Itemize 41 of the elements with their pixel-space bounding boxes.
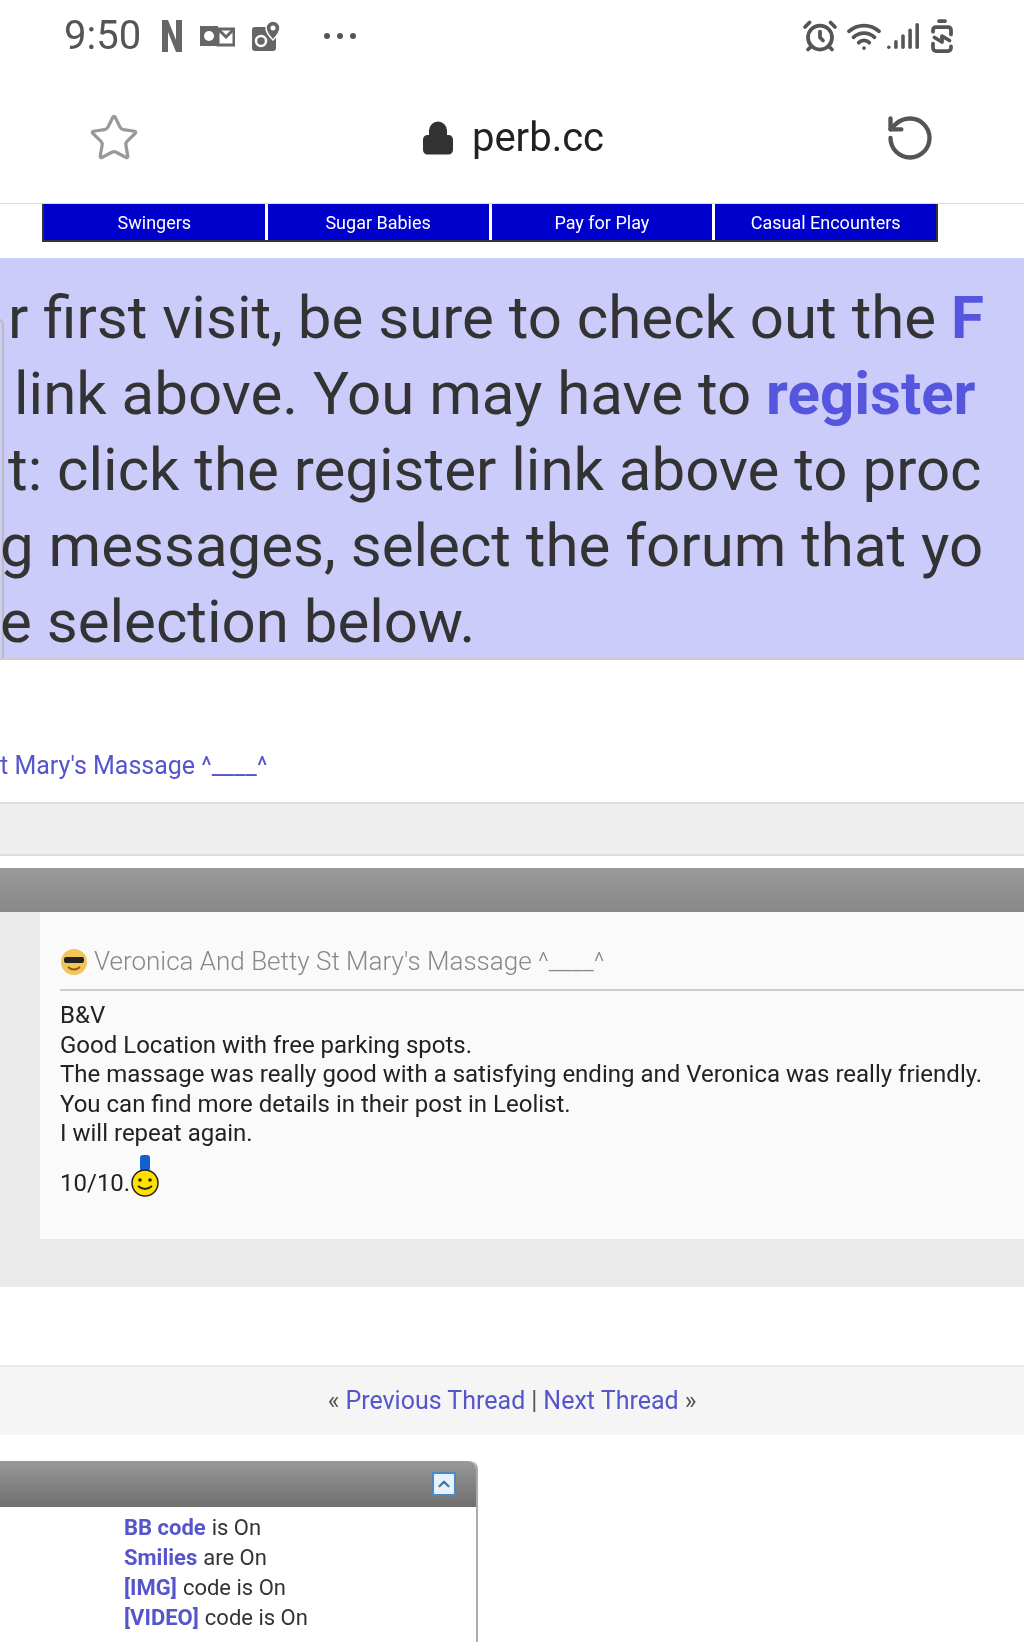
more-dots-icon — [323, 32, 358, 40]
breadcrumb-link[interactable]: t Mary's Massage ^____^ — [0, 746, 268, 784]
nav-tab[interactable]: Pay for Play — [491, 204, 713, 240]
rule-text: code is On — [182, 1573, 286, 1602]
next-arrow-text: » — [684, 1384, 697, 1417]
post-text: You can find more details in their post in Leolist. — [60, 1089, 572, 1119]
post-text: The massage was really good with a satisfying ending and Veronica was really friendly. — [60, 1060, 984, 1090]
notice-link[interactable]: register — [766, 358, 976, 429]
separator-text: | — [531, 1384, 538, 1417]
notice-text: r first visit, be sure to check out the — [8, 282, 938, 353]
post-rating: 10/10. — [60, 1169, 131, 1199]
smiley-hat-icon — [130, 1154, 161, 1199]
notice-link[interactable]: F — [951, 282, 984, 353]
rule-text: is On — [211, 1513, 262, 1542]
rule-link[interactable]: BB code — [124, 1512, 206, 1543]
next-thread-link[interactable]: Next Thread — [543, 1381, 679, 1420]
rule-link[interactable]: [IMG] — [124, 1572, 177, 1603]
nav-tab[interactable]: Sugar Babies — [267, 204, 489, 240]
post-text: B&V — [60, 1001, 107, 1031]
alarm-icon — [802, 18, 838, 54]
url-text[interactable]: perb.cc — [471, 107, 605, 168]
rule-text: code is On — [204, 1603, 308, 1632]
post-text: I will repeat again. — [60, 1119, 254, 1149]
nav-tab[interactable]: Casual Encounters — [715, 204, 936, 240]
app-letter-icon — [161, 19, 184, 53]
collapse-button[interactable] — [432, 1471, 456, 1496]
notice-text: link above. You may have to — [14, 358, 753, 429]
prev-arrow-text: « — [327, 1384, 340, 1417]
rule-text: are On — [203, 1543, 267, 1572]
cool-smiley-icon — [60, 947, 88, 976]
rule-link[interactable]: Smilies — [124, 1542, 198, 1573]
mail-icon — [199, 23, 236, 49]
nav-tab[interactable]: Swingers — [44, 204, 265, 240]
notice-text: g messages, select the forum that yo — [0, 510, 984, 581]
rule-link[interactable]: [VIDEO] — [124, 1602, 199, 1633]
notice-text: e selection below. — [0, 586, 476, 657]
previous-thread-link[interactable]: Previous Thread — [345, 1381, 526, 1420]
post-text: Good Location with free parking spots. — [60, 1030, 474, 1060]
status-time: 9:50 — [64, 11, 142, 61]
notice-text: t: click the register link above to proc — [8, 434, 982, 505]
post-title: Veronica And Betty St Mary's Massage ^____^ — [94, 945, 605, 978]
